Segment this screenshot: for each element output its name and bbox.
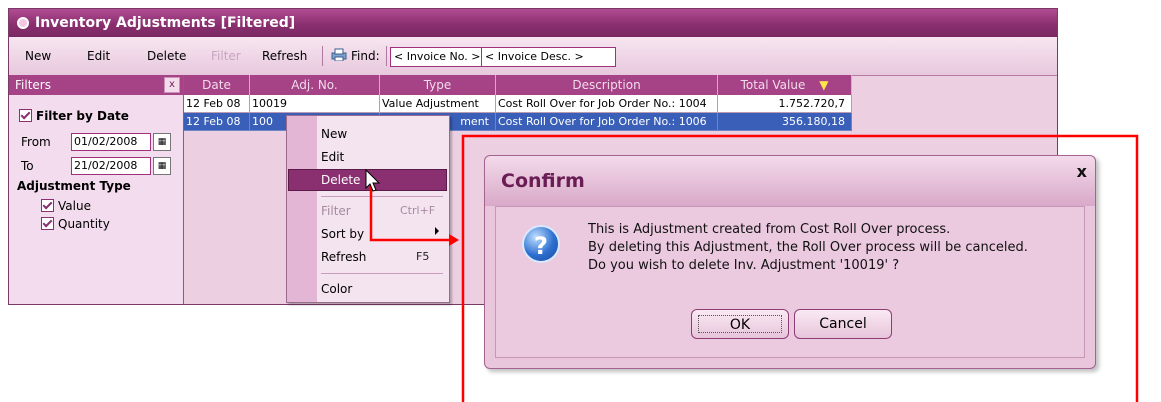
menu-item-sort-by[interactable]: Sort by: [321, 223, 364, 245]
filters-title: Filters: [15, 78, 51, 92]
cell-date: 12 Feb 08: [184, 113, 250, 131]
calendar-icon[interactable]: ▦: [153, 133, 171, 151]
find-invoice-no-field[interactable]: < Invoice No. >: [390, 47, 482, 67]
value-option-label: Value: [58, 199, 91, 213]
app-icon: [17, 17, 29, 29]
to-date-input[interactable]: 21/02/2008: [71, 157, 151, 175]
dialog-title: Confirm: [501, 170, 585, 192]
adjustment-type-label: Adjustment Type: [17, 179, 131, 193]
filters-header: Filters x: [9, 75, 183, 95]
delete-button[interactable]: Delete: [147, 49, 186, 63]
column-header-description[interactable]: Description: [496, 75, 718, 95]
cell-total-value: 356.180,18: [718, 113, 852, 131]
column-header-date[interactable]: Date: [184, 75, 250, 95]
new-button[interactable]: New: [25, 49, 51, 63]
menu-item-filter-label: Filter: [321, 204, 351, 218]
refresh-button[interactable]: Refresh: [262, 49, 307, 63]
menu-item-refresh[interactable]: Refresh F5: [321, 246, 441, 268]
dialog-titlebar: Confirm x: [485, 156, 1095, 206]
menu-separator: [321, 273, 443, 274]
checkbox-checked-icon: [41, 217, 54, 230]
menu-item-filter[interactable]: Filter Ctrl+F: [321, 200, 441, 222]
cell-adj-no: 10019: [250, 95, 380, 113]
find-label: Find:: [351, 49, 380, 63]
close-icon[interactable]: x: [1077, 162, 1087, 181]
filters-panel: Filters x Filter by Date From 01/02/2008…: [9, 75, 184, 304]
find-invoice-desc-field[interactable]: < Invoice Desc. >: [481, 47, 616, 67]
column-header-total-value[interactable]: Total Value ▼: [718, 75, 852, 95]
sort-descending-icon: ▼: [819, 78, 829, 92]
checkbox-checked-icon: [41, 199, 54, 212]
cell-description: Cost Roll Over for Job Order No.: 1004: [496, 95, 718, 113]
filters-close-button[interactable]: x: [164, 77, 180, 93]
cancel-button[interactable]: Cancel: [794, 309, 892, 339]
cell-total-value: 1.752.720,7: [718, 95, 852, 113]
quantity-option-label: Quantity: [58, 217, 110, 231]
ok-button[interactable]: OK: [691, 309, 789, 339]
toolbar-separator: [386, 46, 387, 66]
checkbox-checked-icon: [19, 109, 32, 122]
window-titlebar: Inventory Adjustments [Filtered]: [9, 9, 1057, 37]
menu-item-edit[interactable]: Edit: [321, 146, 344, 168]
question-icon: ?: [522, 225, 560, 263]
column-header-type[interactable]: Type: [380, 75, 496, 95]
column-header-adj-no[interactable]: Adj. No.: [250, 75, 380, 95]
menu-highlight: [288, 169, 447, 191]
menu-item-refresh-label: Refresh: [321, 250, 367, 264]
from-date-input[interactable]: 01/02/2008: [71, 133, 151, 151]
menu-item-color[interactable]: Color: [321, 278, 352, 300]
dialog-message-line: By deleting this Adjustment, the Roll Ov…: [588, 240, 1028, 255]
toolbar-separator: [322, 46, 323, 66]
context-menu: New Edit Delete Filter Ctrl+F Sort by Re…: [286, 115, 450, 303]
cell-date: 12 Feb 08: [184, 95, 250, 113]
window-title: Inventory Adjustments [Filtered]: [35, 15, 296, 31]
filter-by-date-checkbox[interactable]: Filter by Date: [19, 109, 129, 123]
menu-item-delete[interactable]: Delete: [321, 169, 360, 191]
edit-button[interactable]: Edit: [87, 49, 110, 63]
dialog-message-line: This is Adjustment created from Cost Rol…: [588, 222, 951, 237]
menu-icon-gutter: [287, 116, 317, 302]
confirm-dialog: Confirm x ? This is Adjustment created f…: [484, 155, 1096, 369]
to-label: To: [21, 159, 34, 173]
cell-type: Value Adjustment: [380, 95, 496, 113]
dialog-message-line: Do you wish to delete Inv. Adjustment '1…: [588, 258, 900, 273]
menu-item-filter-shortcut: Ctrl+F: [400, 204, 436, 217]
from-label: From: [21, 135, 51, 149]
menu-item-refresh-shortcut: F5: [416, 250, 430, 263]
submenu-arrow-icon: [435, 227, 439, 235]
total-value-header-label: Total Value: [740, 78, 806, 92]
menu-item-new[interactable]: New: [321, 123, 347, 145]
toolbar: New Edit Delete Filter Refresh Find: < I…: [9, 37, 1057, 76]
menu-separator: [321, 196, 443, 197]
printer-icon: [331, 48, 347, 61]
dialog-body: ? This is Adjustment created from Cost R…: [495, 206, 1085, 358]
cell-description: Cost Roll Over for Job Order No.: 1006: [496, 113, 718, 131]
ok-button-label: OK: [698, 315, 782, 333]
filter-button[interactable]: Filter: [211, 49, 241, 63]
value-checkbox[interactable]: Value: [41, 199, 91, 213]
calendar-icon[interactable]: ▦: [153, 157, 171, 175]
quantity-checkbox[interactable]: Quantity: [41, 217, 110, 231]
filter-by-date-label: Filter by Date: [36, 109, 129, 123]
